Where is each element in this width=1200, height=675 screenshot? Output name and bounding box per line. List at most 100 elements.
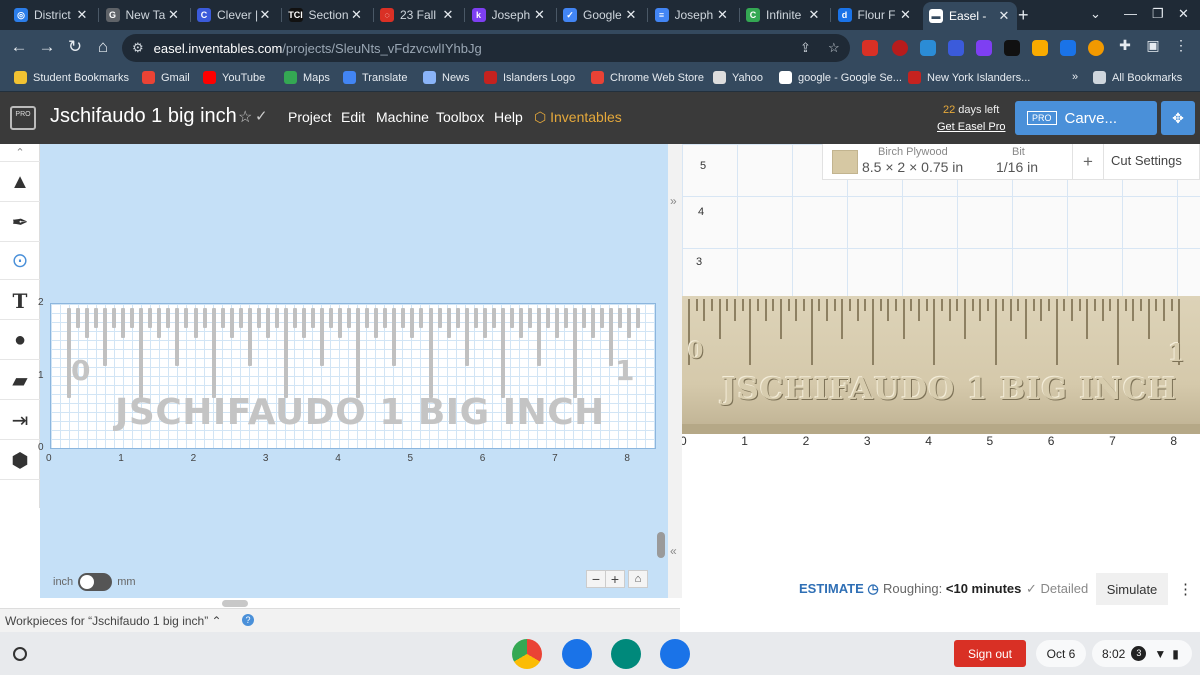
extension-icon[interactable] — [1004, 40, 1020, 56]
engraved-text[interactable]: JSCHIFAUDO 1 BIG INCH — [115, 392, 605, 433]
back-arrow-icon[interactable]: ← — [8, 37, 30, 57]
simulate-button[interactable]: Simulate — [1096, 573, 1168, 605]
tab-close-icon[interactable]: ✕ — [997, 8, 1011, 24]
browser-tab[interactable]: ▬ Easel - ✕ — [923, 2, 1017, 30]
workpieces-drag-handle[interactable] — [222, 600, 248, 607]
carve-preview[interactable]: 543 0 1 JSCHIFAUDO 1 BIG INCH 012345678 … — [682, 144, 1200, 598]
pen-tool-icon[interactable]: ✒ — [0, 204, 40, 242]
unit-switch[interactable] — [78, 573, 113, 591]
classroom-app-icon[interactable] — [611, 639, 641, 669]
vertical-scrollbar[interactable] — [657, 532, 665, 558]
browser-tab[interactable]: d Flour F ✕ — [832, 3, 919, 27]
tab-close-icon[interactable]: ✕ — [624, 7, 638, 23]
more-options-icon[interactable]: ⋮ — [1178, 580, 1193, 598]
side-panel-icon[interactable]: ▣ — [1142, 37, 1164, 54]
menu-project[interactable]: Project — [288, 109, 332, 125]
extensions-puzzle-icon[interactable]: ✚ — [1114, 37, 1136, 54]
all-bookmarks-button[interactable]: All Bookmarks — [1093, 71, 1182, 84]
bookmark-item[interactable]: YouTube — [203, 71, 265, 84]
extension-icon[interactable] — [920, 40, 936, 56]
browser-tab[interactable]: k Joseph ✕ — [466, 3, 553, 27]
more-bookmarks-button[interactable]: » — [1072, 71, 1078, 83]
workpiece[interactable]: 0 1 JSCHIFAUDO 1 BIG INCH — [50, 303, 656, 449]
site-info-icon[interactable]: ⚙ — [132, 40, 144, 56]
browser-tab[interactable]: C Clever | ✕ — [191, 3, 278, 27]
collapse-tools-icon[interactable]: ⌃ — [0, 144, 40, 162]
canvas-app-icon[interactable] — [562, 639, 592, 669]
chrome-app-icon[interactable] — [512, 639, 542, 669]
menu-help[interactable]: Help — [494, 109, 523, 125]
tab-close-icon[interactable]: ✕ — [75, 7, 89, 23]
tab-close-icon[interactable]: ✕ — [716, 7, 730, 23]
bookmark-item[interactable]: News — [423, 71, 470, 84]
cut-settings-button[interactable]: Cut Settings — [1111, 153, 1182, 168]
launcher-icon[interactable] — [13, 647, 27, 661]
point-tool-icon[interactable]: ⊙ — [0, 242, 40, 280]
tab-close-icon[interactable]: ✕ — [167, 7, 181, 23]
menu-toolbox[interactable]: Toolbox — [436, 109, 484, 125]
home-icon[interactable]: ⌂ — [92, 37, 114, 57]
restore-button[interactable]: ❐ — [1152, 6, 1164, 22]
bookmark-item[interactable]: Translate — [343, 71, 407, 84]
bookmark-star-icon[interactable]: ☆ — [828, 40, 840, 56]
zoom-in-button[interactable]: + — [605, 570, 625, 588]
3d-box-icon[interactable]: ⬢ — [0, 442, 40, 480]
browser-tab[interactable]: ≡ Joseph ✕ — [649, 3, 736, 27]
expand-right-icon[interactable]: » — [670, 194, 677, 208]
bookmark-item[interactable]: google - Google Se... — [779, 71, 902, 84]
extension-icon[interactable] — [892, 40, 908, 56]
estimate-link[interactable]: ESTIMATE ◷ — [799, 581, 879, 597]
tab-close-icon[interactable]: ✕ — [533, 7, 547, 23]
sign-out-button[interactable]: Sign out — [954, 640, 1026, 667]
expand-preview-button[interactable]: ✥ — [1161, 101, 1195, 135]
bookmark-item[interactable]: Maps — [284, 71, 330, 84]
minimize-button[interactable]: — — [1124, 6, 1137, 21]
browser-tab[interactable]: ◌ 23 Fall ✕ — [374, 3, 461, 27]
bookmark-item[interactable]: Islanders Logo — [484, 71, 575, 84]
bookmark-item[interactable]: Gmail — [142, 71, 190, 84]
material-size[interactable]: 8.5 × 2 × 0.75 in — [862, 159, 963, 175]
forward-arrow-icon[interactable]: → — [36, 37, 58, 57]
text-tool-icon[interactable]: T — [0, 282, 40, 320]
tab-close-icon[interactable]: ✕ — [441, 7, 455, 23]
get-easel-pro-link[interactable]: Get Easel Pro — [937, 121, 1005, 133]
bit-size[interactable]: 1/16 in — [996, 159, 1038, 175]
home-view-icon[interactable]: ⌂ — [628, 570, 648, 588]
easel-pro-logo[interactable]: PRO — [10, 106, 36, 130]
material-swatch[interactable] — [832, 150, 858, 174]
status-tray[interactable]: 8:02 3 ▼ ▮ — [1092, 640, 1192, 667]
star-icon[interactable]: ☆ — [238, 107, 252, 127]
tab-close-icon[interactable]: ✕ — [899, 7, 913, 23]
address-bar[interactable]: ⚙ easel.inventables.com/projects/SleuNts… — [122, 34, 850, 62]
reload-icon[interactable]: ↻ — [64, 37, 86, 57]
zoom-out-button[interactable]: − — [586, 570, 606, 588]
unit-toggle[interactable]: inch mm — [53, 573, 136, 591]
new-tab-button[interactable]: + — [1018, 5, 1029, 26]
browser-tab[interactable]: ✓ Google ✕ — [557, 3, 644, 27]
shapes-icon[interactable]: ▲ — [0, 164, 40, 202]
tab-search-chevron-icon[interactable]: ⌄ — [1090, 6, 1101, 22]
browser-menu-icon[interactable]: ⋮ — [1170, 37, 1192, 54]
workpieces-title[interactable]: Workpieces for “Jschifaudo 1 big inch” ⌃ — [5, 614, 222, 628]
tab-close-icon[interactable]: ✕ — [350, 7, 364, 23]
ruler-zero-label[interactable]: 0 — [71, 354, 90, 387]
tab-close-icon[interactable]: ✕ — [807, 7, 821, 23]
add-bit-button[interactable]: + — [1072, 144, 1104, 179]
material-panel[interactable]: Birch Plywood 8.5 × 2 × 0.75 in Bit 1/16… — [822, 144, 1200, 180]
bookmark-item[interactable]: Chrome Web Store — [591, 71, 704, 84]
extension-icon[interactable] — [948, 40, 964, 56]
browser-tab[interactable]: G New Ta ✕ — [100, 3, 187, 27]
inventables-link[interactable]: ⬡ Inventables — [534, 109, 622, 126]
browser-tab[interactable]: C Infinite ✕ — [740, 3, 827, 27]
detailed-estimate[interactable]: ✓ Detailed — [1026, 581, 1088, 597]
carve-button[interactable]: PRO Carve... — [1015, 101, 1157, 135]
close-window-button[interactable]: ✕ — [1178, 6, 1189, 22]
extension-icon[interactable] — [862, 40, 878, 56]
extension-icon[interactable] — [1088, 40, 1104, 56]
icon-library-apple-icon[interactable]: ● — [0, 322, 40, 360]
browser-tab[interactable]: TCI Section ✕ — [283, 3, 370, 27]
bookmark-item[interactable]: Yahoo — [713, 71, 763, 84]
import-icon[interactable]: ⇥ — [0, 402, 40, 440]
bookmark-item[interactable]: Student Bookmarks — [14, 71, 129, 84]
date-button[interactable]: Oct 6 — [1036, 640, 1086, 667]
